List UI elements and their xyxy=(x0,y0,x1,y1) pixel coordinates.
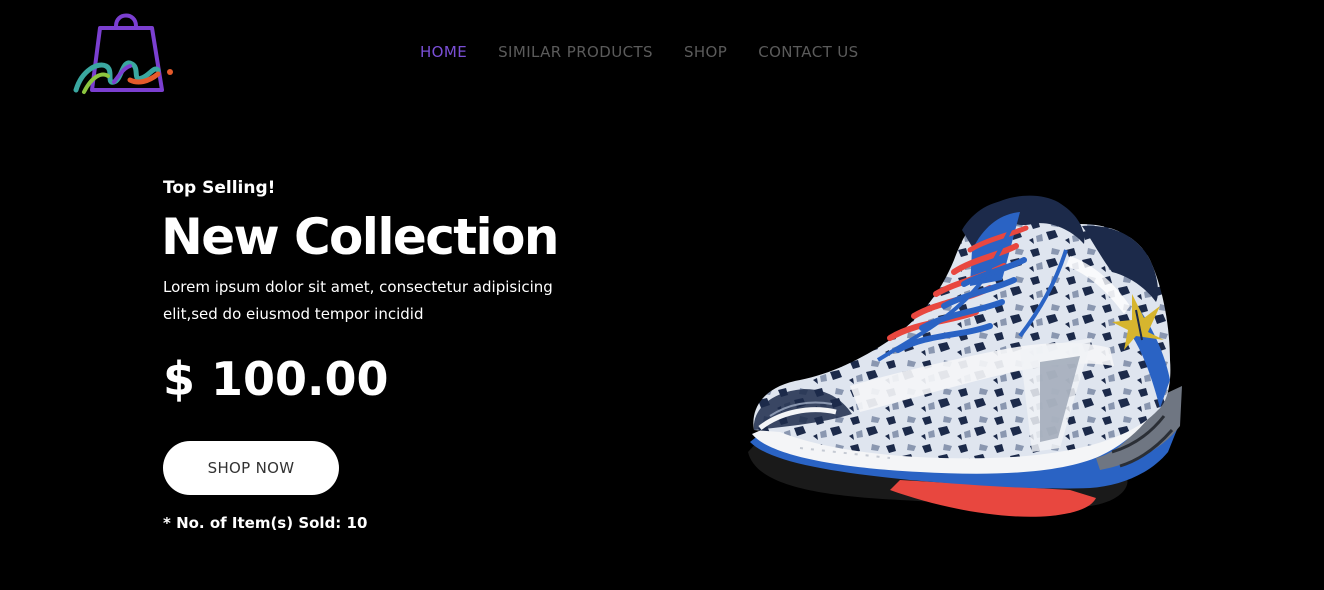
shop-now-button[interactable]: SHOP NOW xyxy=(163,441,339,495)
hero-description: Lorem ipsum dolor sit amet, consectetur … xyxy=(163,278,553,323)
items-sold-text: * No. of Item(s) Sold: 10 xyxy=(163,514,368,532)
main-nav: HOME SIMILAR PRODUCTS SHOP CONTACT US xyxy=(420,43,859,61)
shopping-bag-logo[interactable] xyxy=(70,10,176,98)
product-price: $ 100.00 xyxy=(163,352,389,406)
hero-tagline: Top Selling! xyxy=(163,178,276,198)
nav-similar-products[interactable]: SIMILAR PRODUCTS xyxy=(498,43,653,61)
running-shoe-image xyxy=(748,195,1182,517)
nav-home[interactable]: HOME xyxy=(420,43,467,61)
nav-contact-us[interactable]: CONTACT US xyxy=(758,43,858,61)
nav-shop[interactable]: SHOP xyxy=(684,43,727,61)
hero-title: New Collection xyxy=(161,208,559,266)
